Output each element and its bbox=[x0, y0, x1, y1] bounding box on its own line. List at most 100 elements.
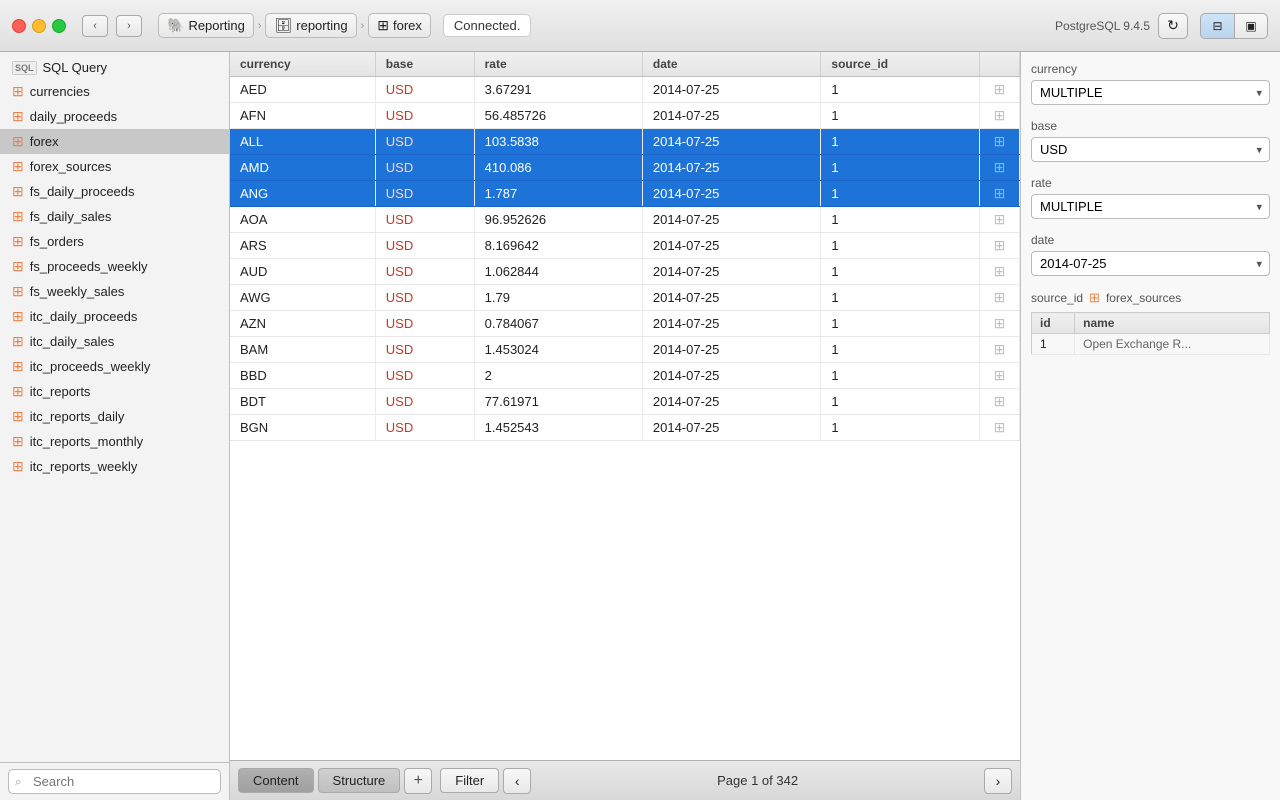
filter-button[interactable]: Filter bbox=[440, 768, 499, 793]
filter-currency-select[interactable]: MULTIPLE bbox=[1031, 80, 1270, 105]
table-row[interactable]: AOAUSD96.9526262014-07-251⊞ bbox=[230, 207, 1020, 233]
page-info: Page 1 of 342 bbox=[535, 773, 980, 788]
cell-action-icon[interactable]: ⊞ bbox=[980, 285, 1020, 311]
filter-rate-select[interactable]: MULTIPLE bbox=[1031, 194, 1270, 219]
cell-action-icon[interactable]: ⊞ bbox=[980, 77, 1020, 103]
cell-action-icon[interactable]: ⊞ bbox=[980, 337, 1020, 363]
sidebar-item-icon: ⊞ bbox=[12, 258, 24, 275]
filter-rate-label: rate bbox=[1031, 176, 1270, 190]
cell-date: 2014-07-25 bbox=[642, 77, 821, 103]
forward-button[interactable]: › bbox=[116, 15, 142, 37]
cell-source_id: 1 bbox=[821, 77, 980, 103]
cell-date: 2014-07-25 bbox=[642, 259, 821, 285]
table-row[interactable]: AUDUSD1.0628442014-07-251⊞ bbox=[230, 259, 1020, 285]
sidebar-item-itc-daily-proceeds[interactable]: ⊞itc_daily_proceeds bbox=[0, 304, 229, 329]
sidebar-item-itc-reports-daily[interactable]: ⊞itc_reports_daily bbox=[0, 404, 229, 429]
table-row[interactable]: AZNUSD0.7840672014-07-251⊞ bbox=[230, 311, 1020, 337]
table-row[interactable]: AMDUSD410.0862014-07-251⊞ bbox=[230, 155, 1020, 181]
table-row[interactable]: BGNUSD1.4525432014-07-251⊞ bbox=[230, 415, 1020, 441]
sidebar-item-currencies[interactable]: ⊞currencies bbox=[0, 79, 229, 104]
cell-base: USD bbox=[375, 181, 474, 207]
cell-action-icon[interactable]: ⊞ bbox=[980, 389, 1020, 415]
table-row[interactable]: ARSUSD8.1696422014-07-251⊞ bbox=[230, 233, 1020, 259]
sidebar-item-itc-reports[interactable]: ⊞itc_reports bbox=[0, 379, 229, 404]
sidebar-search-area: ⌕ bbox=[0, 762, 229, 800]
close-button[interactable] bbox=[12, 19, 26, 33]
cell-source_id: 1 bbox=[821, 233, 980, 259]
cell-source_id: 1 bbox=[821, 311, 980, 337]
view-split-button[interactable]: ⊟ bbox=[1200, 13, 1234, 39]
breadcrumb-reporting[interactable]: 🐘 Reporting bbox=[158, 13, 254, 38]
content-tab[interactable]: Content bbox=[238, 768, 314, 793]
table-row[interactable]: AWGUSD1.792014-07-251⊞ bbox=[230, 285, 1020, 311]
cell-rate: 77.61971 bbox=[474, 389, 642, 415]
table-row[interactable]: BDTUSD77.619712014-07-251⊞ bbox=[230, 389, 1020, 415]
sidebar-item-sql-query[interactable]: SQLSQL Query bbox=[0, 56, 229, 79]
sidebar-item-fs-daily-sales[interactable]: ⊞fs_daily_sales bbox=[0, 204, 229, 229]
col-rate: rate bbox=[474, 52, 642, 77]
sidebar-item-fs-daily-proceeds[interactable]: ⊞fs_daily_proceeds bbox=[0, 179, 229, 204]
cell-source_id: 1 bbox=[821, 285, 980, 311]
col-base: base bbox=[375, 52, 474, 77]
add-row-button[interactable]: + bbox=[404, 768, 432, 794]
sidebar-item-itc-reports-weekly[interactable]: ⊞itc_reports_weekly bbox=[0, 454, 229, 479]
view-single-button[interactable]: ▣ bbox=[1234, 13, 1268, 39]
sidebar-item-icon: ⊞ bbox=[12, 283, 24, 300]
cell-date: 2014-07-25 bbox=[642, 311, 821, 337]
table-row[interactable]: BAMUSD1.4530242014-07-251⊞ bbox=[230, 337, 1020, 363]
table-row[interactable]: BBDUSD22014-07-251⊞ bbox=[230, 363, 1020, 389]
sidebar-item-fs-proceeds-weekly[interactable]: ⊞fs_proceeds_weekly bbox=[0, 254, 229, 279]
table-row[interactable]: ALLUSD103.58382014-07-251⊞ bbox=[230, 129, 1020, 155]
breadcrumb-schema[interactable]: 🗄 reporting bbox=[265, 13, 356, 38]
cell-action-icon[interactable]: ⊞ bbox=[980, 311, 1020, 337]
sidebar-item-itc-proceeds-weekly[interactable]: ⊞itc_proceeds_weekly bbox=[0, 354, 229, 379]
breadcrumb-table[interactable]: ⊞ forex bbox=[368, 13, 431, 38]
cell-currency: AED bbox=[230, 77, 375, 103]
cell-currency: BBD bbox=[230, 363, 375, 389]
cell-action-icon[interactable]: ⊞ bbox=[980, 155, 1020, 181]
sidebar-item-forex-sources[interactable]: ⊞forex_sources bbox=[0, 154, 229, 179]
cell-action-icon[interactable]: ⊞ bbox=[980, 129, 1020, 155]
connection-status: Connected. bbox=[443, 14, 532, 37]
maximize-button[interactable] bbox=[52, 19, 66, 33]
back-button[interactable]: ‹ bbox=[82, 15, 108, 37]
sidebar-item-fs-weekly-sales[interactable]: ⊞fs_weekly_sales bbox=[0, 279, 229, 304]
filter-base-select[interactable]: USD bbox=[1031, 137, 1270, 162]
cell-action-icon[interactable]: ⊞ bbox=[980, 233, 1020, 259]
table-row[interactable]: AEDUSD3.672912014-07-251⊞ bbox=[230, 77, 1020, 103]
sidebar-item-itc-daily-sales[interactable]: ⊞itc_daily_sales bbox=[0, 329, 229, 354]
table-row[interactable]: ANGUSD1.7872014-07-251⊞ bbox=[230, 181, 1020, 207]
next-page-button[interactable]: › bbox=[984, 768, 1012, 794]
cell-currency: ARS bbox=[230, 233, 375, 259]
cell-date: 2014-07-25 bbox=[642, 155, 821, 181]
sidebar-item-forex[interactable]: ⊞forex bbox=[0, 129, 229, 154]
sidebar-item-fs-orders[interactable]: ⊞fs_orders bbox=[0, 229, 229, 254]
related-col-id: id bbox=[1032, 313, 1075, 334]
filter-currency: currency MULTIPLE bbox=[1031, 62, 1270, 105]
schema-icon: 🗄 bbox=[274, 17, 292, 34]
cell-action-icon[interactable]: ⊞ bbox=[980, 363, 1020, 389]
cell-action-icon[interactable]: ⊞ bbox=[980, 415, 1020, 441]
minimize-button[interactable] bbox=[32, 19, 46, 33]
table-row[interactable]: AFNUSD56.4857262014-07-251⊞ bbox=[230, 103, 1020, 129]
sidebar-item-itc-reports-monthly[interactable]: ⊞itc_reports_monthly bbox=[0, 429, 229, 454]
filter-date-select[interactable]: 2014-07-25 bbox=[1031, 251, 1270, 276]
cell-source_id: 1 bbox=[821, 337, 980, 363]
sidebar-item-daily-proceeds[interactable]: ⊞daily_proceeds bbox=[0, 104, 229, 129]
search-input[interactable] bbox=[8, 769, 221, 794]
sidebar-item-label: SQL Query bbox=[43, 60, 108, 75]
prev-page-button[interactable]: ‹ bbox=[503, 768, 531, 794]
cell-base: USD bbox=[375, 103, 474, 129]
structure-tab[interactable]: Structure bbox=[318, 768, 401, 793]
cell-base: USD bbox=[375, 285, 474, 311]
cell-action-icon[interactable]: ⊞ bbox=[980, 207, 1020, 233]
related-table-name: forex_sources bbox=[1106, 291, 1181, 305]
cell-action-icon[interactable]: ⊞ bbox=[980, 103, 1020, 129]
cell-base: USD bbox=[375, 363, 474, 389]
cell-action-icon[interactable]: ⊞ bbox=[980, 259, 1020, 285]
cell-action-icon[interactable]: ⊞ bbox=[980, 181, 1020, 207]
sidebar-item-label: itc_reports_monthly bbox=[30, 434, 143, 449]
cell-base: USD bbox=[375, 155, 474, 181]
filter-base-label: base bbox=[1031, 119, 1270, 133]
refresh-button[interactable]: ↻ bbox=[1158, 13, 1188, 39]
